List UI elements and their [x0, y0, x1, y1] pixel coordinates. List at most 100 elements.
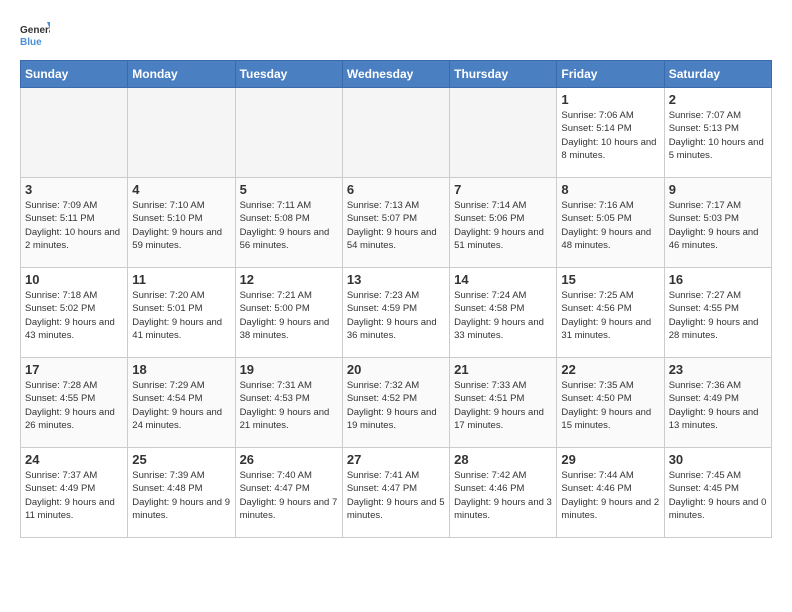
calendar-cell: 11 Sunrise: 7:20 AM Sunset: 5:01 PM Dayli… [128, 268, 235, 358]
logo: General Blue [20, 20, 50, 50]
calendar-cell: 1 Sunrise: 7:06 AM Sunset: 5:14 PM Daylig… [557, 88, 664, 178]
day-number: 11 [132, 272, 230, 287]
day-number: 2 [669, 92, 767, 107]
day-info: Sunrise: 7:39 AM Sunset: 4:48 PM Dayligh… [132, 469, 230, 522]
week-row-4: 17 Sunrise: 7:28 AM Sunset: 4:55 PM Dayli… [21, 358, 772, 448]
day-info: Sunrise: 7:13 AM Sunset: 5:07 PM Dayligh… [347, 199, 445, 252]
calendar-cell: 23 Sunrise: 7:36 AM Sunset: 4:49 PM Dayli… [664, 358, 771, 448]
day-info: Sunrise: 7:14 AM Sunset: 5:06 PM Dayligh… [454, 199, 552, 252]
calendar-cell: 6 Sunrise: 7:13 AM Sunset: 5:07 PM Daylig… [342, 178, 449, 268]
day-number: 28 [454, 452, 552, 467]
day-number: 14 [454, 272, 552, 287]
calendar-cell: 22Sunrise: 7:35 AM Sunset: 4:50 PM Dayli… [557, 358, 664, 448]
calendar-cell: 24 Sunrise: 7:37 AM Sunset: 4:49 PM Dayli… [21, 448, 128, 538]
calendar-cell: 18Sunrise: 7:29 AM Sunset: 4:54 PM Dayli… [128, 358, 235, 448]
day-info: Sunrise: 7:07 AM Sunset: 5:13 PM Dayligh… [669, 109, 767, 162]
day-number: 1 [561, 92, 659, 107]
calendar-cell: 19 Sunrise: 7:31 AM Sunset: 4:53 PM Dayli… [235, 358, 342, 448]
calendar-cell: 12 Sunrise: 7:21 AM Sunset: 5:00 PM Dayli… [235, 268, 342, 358]
calendar-cell: 5Sunrise: 7:11 AM Sunset: 5:08 PM Daylig… [235, 178, 342, 268]
calendar-cell: 2 Sunrise: 7:07 AM Sunset: 5:13 PM Daylig… [664, 88, 771, 178]
week-row-1: 1 Sunrise: 7:06 AM Sunset: 5:14 PM Daylig… [21, 88, 772, 178]
calendar-cell [128, 88, 235, 178]
day-info: Sunrise: 7:06 AM Sunset: 5:14 PM Dayligh… [561, 109, 659, 162]
calendar-cell [342, 88, 449, 178]
day-info: Sunrise: 7:37 AM Sunset: 4:49 PM Dayligh… [25, 469, 123, 522]
day-number: 19 [240, 362, 338, 377]
day-number: 24 [25, 452, 123, 467]
day-number: 23 [669, 362, 767, 377]
day-number: 15 [561, 272, 659, 287]
day-number: 10 [25, 272, 123, 287]
day-info: Sunrise: 7:29 AM Sunset: 4:54 PM Dayligh… [132, 379, 230, 432]
day-info: Sunrise: 7:16 AM Sunset: 5:05 PM Dayligh… [561, 199, 659, 252]
day-number: 7 [454, 182, 552, 197]
week-row-5: 24 Sunrise: 7:37 AM Sunset: 4:49 PM Dayli… [21, 448, 772, 538]
day-info: Sunrise: 7:28 AM Sunset: 4:55 PM Dayligh… [25, 379, 123, 432]
day-info: Sunrise: 7:23 AM Sunset: 4:59 PM Dayligh… [347, 289, 445, 342]
day-info: Sunrise: 7:18 AM Sunset: 5:02 PM Dayligh… [25, 289, 123, 342]
day-info: Sunrise: 7:21 AM Sunset: 5:00 PM Dayligh… [240, 289, 338, 342]
weekday-monday: Monday [128, 61, 235, 88]
day-number: 12 [240, 272, 338, 287]
header: General Blue [20, 20, 772, 50]
weekday-tuesday: Tuesday [235, 61, 342, 88]
day-info: Sunrise: 7:31 AM Sunset: 4:53 PM Dayligh… [240, 379, 338, 432]
calendar-cell: 16Sunrise: 7:27 AM Sunset: 4:55 PM Dayli… [664, 268, 771, 358]
day-info: Sunrise: 7:27 AM Sunset: 4:55 PM Dayligh… [669, 289, 767, 342]
day-number: 30 [669, 452, 767, 467]
day-info: Sunrise: 7:45 AM Sunset: 4:45 PM Dayligh… [669, 469, 767, 522]
weekday-wednesday: Wednesday [342, 61, 449, 88]
day-info: Sunrise: 7:32 AM Sunset: 4:52 PM Dayligh… [347, 379, 445, 432]
calendar-cell: 7 Sunrise: 7:14 AM Sunset: 5:06 PM Daylig… [450, 178, 557, 268]
weekday-sunday: Sunday [21, 61, 128, 88]
calendar-cell: 13 Sunrise: 7:23 AM Sunset: 4:59 PM Dayli… [342, 268, 449, 358]
day-number: 6 [347, 182, 445, 197]
day-number: 22 [561, 362, 659, 377]
calendar-cell [450, 88, 557, 178]
calendar-cell: 4 Sunrise: 7:10 AM Sunset: 5:10 PM Daylig… [128, 178, 235, 268]
weekday-thursday: Thursday [450, 61, 557, 88]
calendar-cell: 21Sunrise: 7:33 AM Sunset: 4:51 PM Dayli… [450, 358, 557, 448]
day-info: Sunrise: 7:41 AM Sunset: 4:47 PM Dayligh… [347, 469, 445, 522]
day-info: Sunrise: 7:09 AM Sunset: 5:11 PM Dayligh… [25, 199, 123, 252]
weekday-friday: Friday [557, 61, 664, 88]
day-number: 26 [240, 452, 338, 467]
calendar-cell: 26 Sunrise: 7:40 AM Sunset: 4:47 PM Dayli… [235, 448, 342, 538]
day-number: 27 [347, 452, 445, 467]
calendar-table: SundayMondayTuesdayWednesdayThursdayFrid… [20, 60, 772, 538]
calendar-cell: 20Sunrise: 7:32 AM Sunset: 4:52 PM Dayli… [342, 358, 449, 448]
day-info: Sunrise: 7:36 AM Sunset: 4:49 PM Dayligh… [669, 379, 767, 432]
day-number: 13 [347, 272, 445, 287]
day-number: 17 [25, 362, 123, 377]
calendar-header: SundayMondayTuesdayWednesdayThursdayFrid… [21, 61, 772, 88]
week-row-3: 10 Sunrise: 7:18 AM Sunset: 5:02 PM Dayli… [21, 268, 772, 358]
weekday-row: SundayMondayTuesdayWednesdayThursdayFrid… [21, 61, 772, 88]
calendar-cell: 3 Sunrise: 7:09 AM Sunset: 5:11 PM Daylig… [21, 178, 128, 268]
calendar-cell [235, 88, 342, 178]
day-info: Sunrise: 7:10 AM Sunset: 5:10 PM Dayligh… [132, 199, 230, 252]
day-info: Sunrise: 7:42 AM Sunset: 4:46 PM Dayligh… [454, 469, 552, 522]
calendar-cell: 29Sunrise: 7:44 AM Sunset: 4:46 PM Dayli… [557, 448, 664, 538]
day-info: Sunrise: 7:44 AM Sunset: 4:46 PM Dayligh… [561, 469, 659, 522]
calendar-cell: 14Sunrise: 7:24 AM Sunset: 4:58 PM Dayli… [450, 268, 557, 358]
day-info: Sunrise: 7:40 AM Sunset: 4:47 PM Dayligh… [240, 469, 338, 522]
calendar-cell: 25 Sunrise: 7:39 AM Sunset: 4:48 PM Dayli… [128, 448, 235, 538]
day-number: 9 [669, 182, 767, 197]
day-number: 5 [240, 182, 338, 197]
day-number: 25 [132, 452, 230, 467]
calendar-body: 1 Sunrise: 7:06 AM Sunset: 5:14 PM Daylig… [21, 88, 772, 538]
day-number: 4 [132, 182, 230, 197]
svg-text:General: General [20, 25, 50, 36]
day-info: Sunrise: 7:25 AM Sunset: 4:56 PM Dayligh… [561, 289, 659, 342]
calendar-cell: 8 Sunrise: 7:16 AM Sunset: 5:05 PM Daylig… [557, 178, 664, 268]
day-info: Sunrise: 7:20 AM Sunset: 5:01 PM Dayligh… [132, 289, 230, 342]
day-number: 8 [561, 182, 659, 197]
day-number: 3 [25, 182, 123, 197]
week-row-2: 3 Sunrise: 7:09 AM Sunset: 5:11 PM Daylig… [21, 178, 772, 268]
logo-svg: General Blue [20, 20, 50, 50]
svg-text:Blue: Blue [20, 37, 42, 48]
calendar-cell: 10 Sunrise: 7:18 AM Sunset: 5:02 PM Dayli… [21, 268, 128, 358]
calendar-cell: 15 Sunrise: 7:25 AM Sunset: 4:56 PM Dayli… [557, 268, 664, 358]
calendar-cell: 30 Sunrise: 7:45 AM Sunset: 4:45 PM Dayli… [664, 448, 771, 538]
